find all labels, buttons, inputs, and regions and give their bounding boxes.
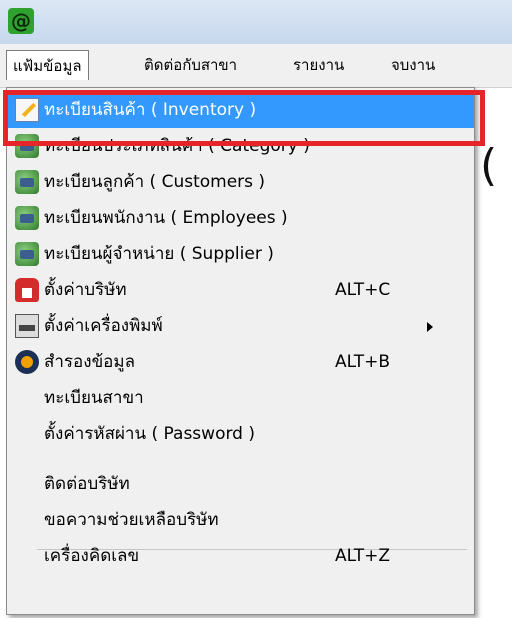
menu-item-shortcut: ALT+C <box>335 280 391 300</box>
menu-item-label: ทะเบียนสาขา <box>44 388 144 408</box>
submenu-arrow-icon <box>427 322 433 332</box>
menu-item-shortcut: ALT+Z <box>335 546 391 566</box>
menu-item-label: ทะเบียนลูกค้า ( Customers ) <box>44 172 266 192</box>
database-icon <box>15 206 39 230</box>
backup-icon <box>15 350 39 374</box>
menu-item-label: ตั้งค่าเครื่องพิมพ์ <box>44 316 163 336</box>
title-bar: @ <box>0 0 512 45</box>
menu-item-printer-settings[interactable]: ตั้งค่าเครื่องพิมพ์ <box>7 308 474 344</box>
database-icon <box>15 242 39 266</box>
file-dropdown-menu: ทะเบียนสินค้า ( Inventory ) ทะเบียนประเภ… <box>6 87 475 615</box>
menu-item-password[interactable]: ตั้งค่ารหัสผ่าน ( Password ) <box>7 416 474 452</box>
menu-reports[interactable]: รายงาน <box>287 50 350 80</box>
background-window-glyph: ( <box>480 140 498 191</box>
menu-item-label: ทะเบียนพนักงาน ( Employees ) <box>44 208 288 228</box>
menu-item-employees[interactable]: ทะเบียนพนักงาน ( Employees ) <box>7 200 474 236</box>
menu-item-customers[interactable]: ทะเบียนลูกค้า ( Customers ) <box>7 164 474 200</box>
menu-exit[interactable]: จบงาน <box>385 50 441 80</box>
menu-item-label: สำรองข้อมูล <box>44 352 136 372</box>
menu-item-help[interactable]: ขอความช่วยเหลือบริษัท <box>7 502 474 538</box>
menu-item-label: ขอความช่วยเหลือบริษัท <box>44 510 219 530</box>
menu-item-calculator[interactable]: เครื่องคิดเลข ALT+Z <box>7 538 474 574</box>
menu-item-label: ทะเบียนผู้จำหน่าย ( Supplier ) <box>44 244 274 264</box>
menu-bar: แฟ้มข้อมูล ติดต่อกับสาขา รายงาน จบงาน <box>0 44 512 88</box>
menu-item-shortcut: ALT+B <box>335 352 391 372</box>
menu-item-supplier[interactable]: ทะเบียนผู้จำหน่าย ( Supplier ) <box>7 236 474 272</box>
menu-item-backup[interactable]: สำรองข้อมูล ALT+B <box>7 344 474 380</box>
menu-branch-contact[interactable]: ติดต่อกับสาขา <box>138 50 243 80</box>
menu-item-label: ตั้งค่ารหัสผ่าน ( Password ) <box>44 424 255 444</box>
printer-icon <box>15 314 39 338</box>
menu-item-contact-company[interactable]: ติดต่อบริษัท <box>7 466 474 502</box>
menu-file[interactable]: แฟ้มข้อมูล <box>6 50 89 80</box>
menu-item-company-settings[interactable]: ตั้งค่าบริษัท ALT+C <box>7 272 474 308</box>
menu-item-branch-register[interactable]: ทะเบียนสาขา <box>7 380 474 416</box>
database-icon <box>15 170 39 194</box>
menu-item-label: ติดต่อบริษัท <box>44 474 130 494</box>
menu-item-label: ตั้งค่าบริษัท <box>44 280 127 300</box>
house-icon <box>15 278 39 302</box>
menu-item-label: เครื่องคิดเลข <box>44 546 140 566</box>
app-at-icon[interactable]: @ <box>8 8 34 34</box>
annotation-highlight-box <box>3 90 485 146</box>
